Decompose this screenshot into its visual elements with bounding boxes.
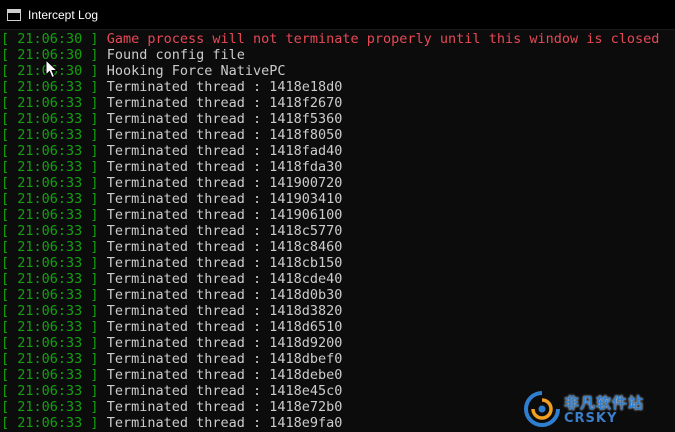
log-line: [ 21:06:33 ] Terminated thread : 1418e72…: [0, 399, 675, 415]
log-timestamp: [ 21:06:33 ]: [1, 415, 107, 431]
log-line: [ 21:06:33 ] Terminated thread : 1418fad…: [0, 143, 675, 159]
log-timestamp: [ 21:06:30 ]: [1, 63, 107, 79]
log-line: [ 21:06:33 ] Terminated thread : 1418cb1…: [0, 255, 675, 271]
log-line: [ 21:06:30 ] Hooking Force NativePC: [0, 63, 675, 79]
log-timestamp: [ 21:06:30 ]: [1, 47, 107, 63]
log-line: [ 21:06:33 ] Terminated thread : 1418cde…: [0, 271, 675, 287]
log-line: [ 21:06:33 ] Terminated thread : 1418f53…: [0, 111, 675, 127]
log-timestamp: [ 21:06:33 ]: [1, 287, 107, 303]
log-message: Hooking Force NativePC: [106, 63, 286, 79]
log-timestamp: [ 21:06:33 ]: [1, 127, 107, 143]
log-timestamp: [ 21:06:33 ]: [1, 95, 107, 111]
log-message: Terminated thread : 1418e45c0: [106, 383, 343, 399]
log-message: Found config file: [106, 47, 245, 63]
log-message: Terminated thread : 141903410: [106, 191, 343, 207]
log-message: Terminated thread : 1418debe0: [106, 367, 343, 383]
log-message: Terminated thread : 1418d6510: [106, 319, 343, 335]
log-line: [ 21:06:33 ] Terminated thread : 1419007…: [0, 175, 675, 191]
log-line: [ 21:06:33 ] Terminated thread : 1418e45…: [0, 383, 675, 399]
log-timestamp: [ 21:06:33 ]: [1, 383, 107, 399]
log-timestamp: [ 21:06:33 ]: [1, 303, 107, 319]
log-timestamp: [ 21:06:33 ]: [1, 399, 107, 415]
log-message: Terminated thread : 141900720: [106, 175, 343, 191]
log-line: [ 21:06:33 ] Terminated thread : 1418deb…: [0, 367, 675, 383]
log-line: [ 21:06:30 ] Game process will not termi…: [0, 31, 675, 47]
log-line: [ 21:06:30 ] Found config file: [0, 47, 675, 63]
window-title: Intercept Log: [28, 7, 99, 22]
log-timestamp: [ 21:06:33 ]: [1, 223, 107, 239]
log-message: Terminated thread : 1418f5360: [106, 111, 343, 127]
log-line: [ 21:06:33 ] Terminated thread : 1418dbe…: [0, 351, 675, 367]
log-message: Terminated thread : 1418e72b0: [106, 399, 343, 415]
log-line: [ 21:06:33 ] Terminated thread : 1418e18…: [0, 79, 675, 95]
log-message: Terminated thread : 1418f8050: [106, 127, 343, 143]
log-message: Terminated thread : 1418d9200: [106, 335, 343, 351]
log-line: [ 21:06:33 ] Terminated thread : 1418fda…: [0, 159, 675, 175]
log-timestamp: [ 21:06:33 ]: [1, 79, 107, 95]
log-message: Game process will not terminate properly…: [106, 31, 660, 47]
log-message: Terminated thread : 1418d3820: [106, 303, 343, 319]
log-line: [ 21:06:33 ] Terminated thread : 1418f80…: [0, 127, 675, 143]
log-timestamp: [ 21:06:30 ]: [1, 31, 107, 47]
log-timestamp: [ 21:06:33 ]: [1, 335, 107, 351]
log-message: Terminated thread : 1418cb150: [106, 255, 343, 271]
log-timestamp: [ 21:06:33 ]: [1, 191, 107, 207]
log-message: Terminated thread : 1418e9fa0: [106, 415, 343, 431]
log-message: Terminated thread : 1418dbef0: [106, 351, 343, 367]
log-timestamp: [ 21:06:33 ]: [1, 239, 107, 255]
log-timestamp: [ 21:06:33 ]: [1, 271, 107, 287]
log-line: [ 21:06:33 ] Terminated thread : 1418c84…: [0, 239, 675, 255]
log-timestamp: [ 21:06:33 ]: [1, 175, 107, 191]
log-message: Terminated thread : 1418c5770: [106, 223, 343, 239]
log-message: Terminated thread : 1418d0b30: [106, 287, 343, 303]
console-output[interactable]: [ 21:06:30 ] Game process will not termi…: [0, 31, 675, 432]
log-timestamp: [ 21:06:33 ]: [1, 319, 107, 335]
log-timestamp: [ 21:06:33 ]: [1, 159, 107, 175]
log-line: [ 21:06:33 ] Terminated thread : 1419061…: [0, 207, 675, 223]
log-line: [ 21:06:33 ] Terminated thread : 1418d65…: [0, 319, 675, 335]
log-message: Terminated thread : 141906100: [106, 207, 343, 223]
log-line: [ 21:06:33 ] Terminated thread : 1418e9f…: [0, 415, 675, 431]
log-message: Terminated thread : 1418fda30: [106, 159, 343, 175]
log-timestamp: [ 21:06:33 ]: [1, 207, 107, 223]
log-line: [ 21:06:33 ] Terminated thread : 1418f26…: [0, 95, 675, 111]
log-message: Terminated thread : 1418fad40: [106, 143, 343, 159]
log-timestamp: [ 21:06:33 ]: [1, 255, 107, 271]
log-message: Terminated thread : 1418cde40: [106, 271, 343, 287]
log-timestamp: [ 21:06:33 ]: [1, 143, 107, 159]
log-timestamp: [ 21:06:33 ]: [1, 111, 107, 127]
log-timestamp: [ 21:06:33 ]: [1, 351, 107, 367]
log-line: [ 21:06:33 ] Terminated thread : 1418d0b…: [0, 287, 675, 303]
log-line: [ 21:06:33 ] Terminated thread : 1419034…: [0, 191, 675, 207]
log-line: [ 21:06:33 ] Terminated thread : 1418c57…: [0, 223, 675, 239]
title-bar[interactable]: Intercept Log: [0, 0, 675, 30]
log-timestamp: [ 21:06:33 ]: [1, 367, 107, 383]
log-message: Terminated thread : 1418f2670: [106, 95, 343, 111]
log-message: Terminated thread : 1418c8460: [106, 239, 343, 255]
log-message: Terminated thread : 1418e18d0: [106, 79, 343, 95]
log-line: [ 21:06:33 ] Terminated thread : 1418d92…: [0, 335, 675, 351]
console-window-icon: [7, 8, 21, 21]
log-line: [ 21:06:33 ] Terminated thread : 1418d38…: [0, 303, 675, 319]
